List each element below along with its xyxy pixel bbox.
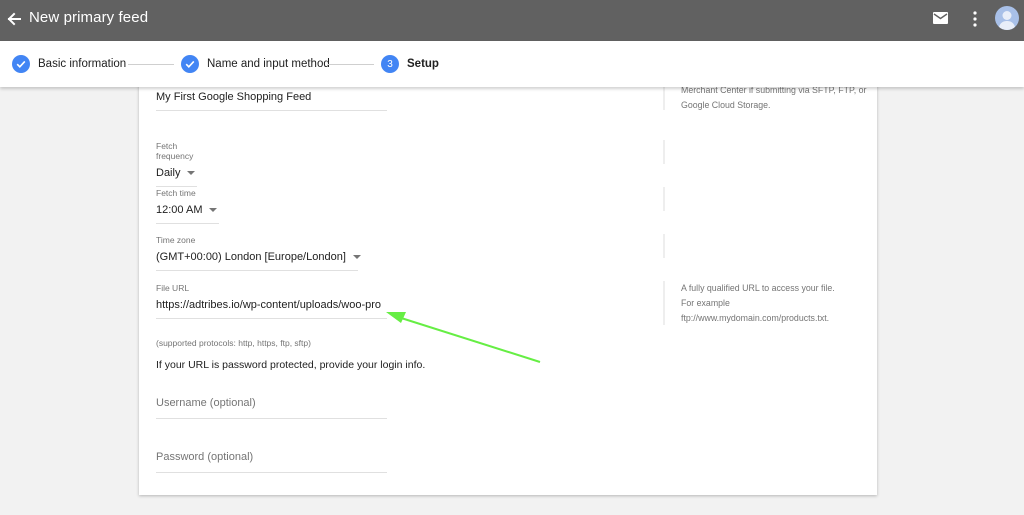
fetch-time-select[interactable]: 12:00 AM [156, 204, 219, 216]
selected-value: (GMT+00:00) London [Europe/London] [156, 251, 346, 263]
account-avatar-icon [998, 11, 1016, 30]
field-underline [156, 186, 197, 187]
file-url-input[interactable]: https://adtribes.io/wp-content/uploads/w… [156, 299, 387, 311]
fetch-frequency-field[interactable]: Fetch frequency Daily [156, 141, 197, 187]
step-label: Name and input method [207, 58, 330, 70]
step-number-badge: 3 [381, 55, 399, 73]
field-label: Fetch time [156, 188, 196, 198]
file-url-field[interactable]: File URL https://adtribes.io/wp-content/… [156, 283, 387, 319]
field-underline [156, 223, 219, 224]
fetch-time-field[interactable]: Fetch time 12:00 AM [156, 188, 219, 224]
help-line: For example [681, 298, 730, 308]
step-basic-information[interactable]: Basic information [12, 54, 126, 74]
arrow-back-icon [7, 12, 21, 26]
dropdown-arrow-icon [352, 255, 361, 259]
field-label: Time zone [156, 235, 196, 245]
field-underline [156, 472, 387, 473]
field-underline [156, 418, 387, 419]
more-vert-icon [973, 11, 977, 27]
password-input[interactable] [156, 451, 387, 463]
check-icon [185, 60, 195, 68]
selected-value: 12:00 AM [156, 204, 203, 216]
field-label: File URL [156, 283, 190, 293]
mail-icon [933, 12, 948, 24]
time-zone-field[interactable]: Time zone (GMT+00:00) London [Europe/Lon… [156, 235, 361, 271]
step-completed-badge [181, 55, 199, 73]
step-name-and-input-method[interactable]: Name and input method [181, 54, 330, 74]
help-divider [663, 140, 665, 164]
feed-name-field[interactable]: My First Google Shopping Feed [156, 91, 387, 111]
step-label: Basic information [38, 58, 127, 70]
help-divider [663, 281, 665, 325]
step-label: Setup [407, 58, 439, 70]
field-underline [156, 318, 387, 319]
help-line: A fully qualified URL to access your fil… [681, 283, 835, 293]
more-options-button[interactable] [968, 10, 982, 28]
feed-name-help-text: Merchant Center if submitting via SFTP, … [681, 85, 867, 110]
field-underline [156, 110, 387, 111]
field-underline [156, 270, 358, 271]
help-divider [663, 234, 665, 258]
password-info-text: If your URL is password protected, provi… [156, 359, 426, 371]
file-url-help-text: A fully qualified URL to access your fil… [681, 281, 871, 326]
supported-protocols-note: (supported protocols: http, https, ftp, … [156, 338, 311, 348]
mail-button[interactable] [932, 11, 949, 25]
step-setup[interactable]: 3 Setup [381, 54, 439, 74]
dropdown-arrow-icon [187, 171, 196, 175]
step-connector [328, 64, 374, 65]
page-title: New primary feed [29, 9, 149, 26]
time-zone-select[interactable]: (GMT+00:00) London [Europe/London] [156, 251, 361, 263]
username-field[interactable] [156, 393, 387, 419]
check-icon [16, 60, 26, 68]
dropdown-arrow-icon [209, 208, 218, 212]
back-button[interactable] [4, 8, 24, 30]
help-divider [663, 187, 665, 211]
selected-value: Daily [156, 167, 181, 179]
help-line: ftp://www.mydomain.com/products.txt. [681, 313, 830, 323]
step-completed-badge [12, 55, 30, 73]
account-avatar[interactable] [995, 6, 1019, 30]
field-label: Fetch frequency [156, 141, 194, 161]
setup-form-card: My First Google Shopping Feed Merchant C… [139, 60, 877, 495]
app-bar: New primary feed [0, 0, 1024, 41]
password-field[interactable] [156, 447, 387, 473]
username-input[interactable] [156, 397, 387, 409]
setup-stepper: Basic information Name and input method … [0, 41, 1024, 87]
fetch-frequency-select[interactable]: Daily [156, 167, 197, 179]
feed-name-value: My First Google Shopping Feed [156, 91, 312, 103]
step-connector [128, 64, 174, 65]
